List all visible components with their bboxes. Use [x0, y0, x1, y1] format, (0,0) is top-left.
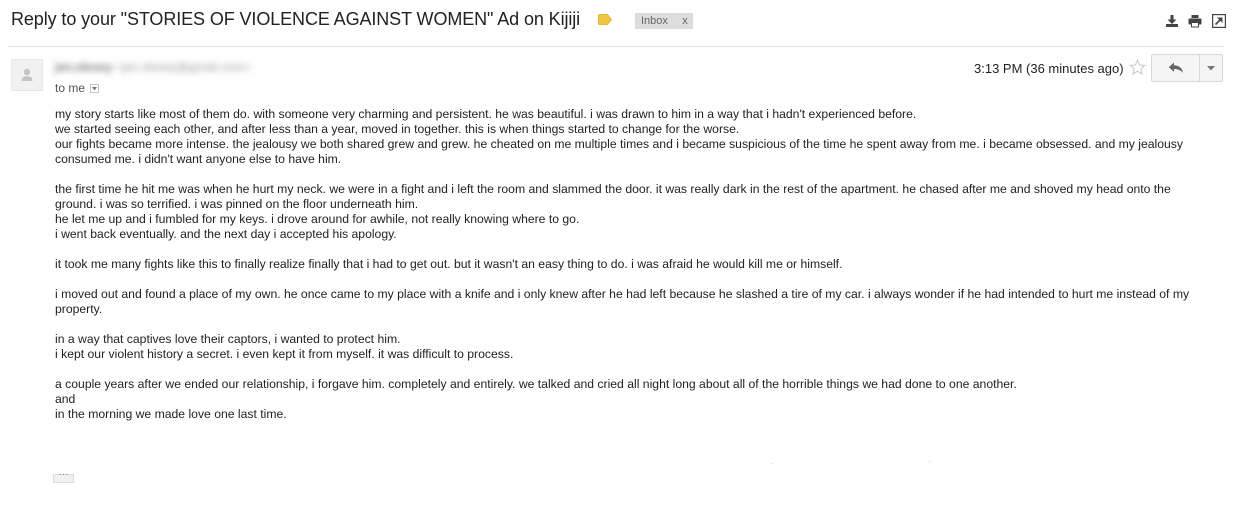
email-subject: Reply to your "STORIES OF VIOLENCE AGAIN… [11, 9, 581, 29]
sender-name: jen.elesey [55, 60, 113, 74]
message-time: 3:13 PM (36 minutes ago) [974, 61, 1124, 76]
more-options-button[interactable] [1199, 54, 1223, 82]
trimmed-indicator: ··· [58, 469, 69, 480]
divider-dot [929, 461, 931, 462]
message-paragraph: the first time he hit me was when he hur… [55, 182, 1171, 241]
dropdown-arrow-icon [1207, 66, 1215, 71]
sender-email: <jen.elesey@gmail.com> [115, 60, 251, 74]
remove-label-icon[interactable]: x [679, 13, 691, 29]
message-body: my story starts like most of them do. wi… [55, 107, 1215, 437]
inbox-label[interactable]: Inbox x [635, 13, 693, 29]
label-tag-icon[interactable] [598, 14, 612, 25]
header-divider [8, 46, 1224, 47]
show-details-button[interactable] [90, 84, 100, 93]
message-paragraph: in a way that captives love their captor… [55, 332, 514, 361]
star-icon[interactable] [1129, 59, 1146, 76]
chevron-down-icon [92, 87, 98, 91]
recipient-text: to me [55, 81, 86, 95]
message-paragraph: it took me many fights like this to fina… [55, 257, 843, 271]
recipient-line: to me [55, 81, 100, 95]
divider-dot [771, 463, 773, 464]
message-paragraph: i moved out and found a place of my own.… [55, 287, 1190, 316]
download-icon[interactable] [1165, 14, 1179, 28]
new-window-icon[interactable] [1212, 14, 1226, 28]
inbox-label-text: Inbox [641, 15, 668, 27]
show-trimmed-content-button[interactable]: ··· [53, 469, 74, 483]
sender[interactable]: jen.elesey <jen.elesey@gmail.com> [55, 60, 251, 74]
reply-button[interactable] [1151, 54, 1199, 82]
message-paragraph: a couple years after we ended our relati… [55, 377, 1017, 421]
message-paragraph: my story starts like most of them do. wi… [55, 107, 1183, 166]
person-icon [21, 68, 33, 81]
subject-row: Reply to your "STORIES OF VIOLENCE AGAIN… [0, 0, 1235, 46]
avatar[interactable] [11, 59, 43, 91]
print-icon[interactable] [1188, 14, 1202, 28]
reply-icon [1168, 62, 1183, 73]
